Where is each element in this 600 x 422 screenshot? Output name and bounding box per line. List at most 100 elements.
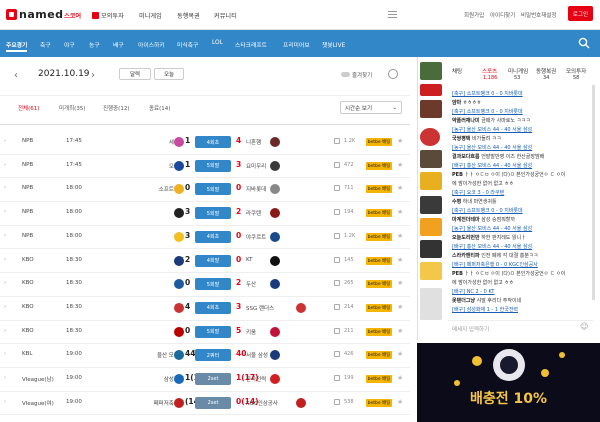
game-row[interactable]: ›Vleague(여)19:00페퍼저축은행(14)12set0(14)KGC인… [0,392,410,416]
chat-nickname[interactable]: 결과보다흐름 [452,154,480,160]
bet-badge[interactable]: betbe 배팅 [366,351,392,360]
chevron-icon[interactable]: › [4,209,6,215]
emoji-icon[interactable]: ☺ [580,322,588,331]
chat-message[interactable]: [배구] NC 2 - 0 KT [452,288,590,295]
chevron-icon[interactable]: › [4,185,6,191]
game-row[interactable]: › NPB 18:00 소프트뱅크 0 5회말 0 지바롯데 711 betbe 배팅 ★ [0,178,410,203]
favorite-star-icon[interactable]: ★ [397,398,403,406]
chevron-icon[interactable]: › [4,280,6,286]
bet-badge[interactable]: betbe 배팅 [366,303,392,312]
bet-badge[interactable]: betbe 배팅 [366,256,392,265]
favorite-star-icon[interactable]: ★ [397,327,403,335]
nav-minigame[interactable]: 미니게임 [139,11,162,20]
filter-finished[interactable]: 종료(14) [149,104,170,112]
chevron-icon[interactable]: › [4,375,6,381]
chat-nickname[interactable]: 얌마 [452,100,461,106]
filter-upcoming[interactable]: 미개최(35) [59,104,85,112]
chart-icon[interactable] [334,138,340,144]
bet-badge[interactable]: betbe 배팅 [366,209,392,218]
game-row[interactable]: › KBL 19:00 울산 모비스 44 2쿼터 40 서울 삼성 426 betbe 배팅 ★ [0,344,410,368]
bet-badge[interactable]: betbe 배팅 [366,232,392,241]
game-row[interactable]: ›Vleague(남)19:00삼성화재1(12)2set1(17)한국전력19… [0,368,410,392]
favorite-star-icon[interactable]: ★ [397,232,403,240]
subnav-lol[interactable]: LOL [212,40,223,46]
site-logo[interactable]: named [6,8,64,21]
login-button[interactable]: 로그인 [568,6,593,21]
youtube-icon[interactable] [420,84,442,96]
chart-icon[interactable] [334,209,340,216]
chart-icon[interactable] [334,398,340,405]
chat-message[interactable]: [농구] 울산 모비스 44 - 40 서울 삼성 [452,144,590,151]
chart-icon[interactable] [334,256,340,263]
chat-tab-minigame[interactable]: 미니게임 [508,67,528,75]
chevron-icon[interactable]: › [4,138,6,144]
favorite-star-icon[interactable]: ★ [397,374,403,382]
chat-tab-mock[interactable]: 모의투자 [566,67,586,75]
chat-tab-lottery[interactable]: 동행복권 [536,67,556,75]
chevron-icon[interactable]: › [4,399,6,405]
chat-message[interactable]: [축구] 소프트뱅크 0 - 0 지바롯데 [452,207,590,214]
game-row[interactable]: ›NPB17:45오릭스15회말3요미우리472betbe 배팅★ [0,155,410,179]
avatar[interactable] [420,100,442,118]
chat-nickname[interactable]: 오늘도리먼만 [452,235,480,241]
nav-score[interactable]: 스코어 [64,11,81,20]
signup-link[interactable]: 회원가입 [464,11,484,19]
favorite-star-icon[interactable]: ★ [397,303,403,311]
refresh-icon[interactable] [388,69,398,79]
favorite-star-icon[interactable]: ★ [397,184,403,192]
reset-password-link[interactable]: 비밀번호재설정 [521,11,556,19]
game-row[interactable]: ›NPB18:00요코35회말2라쿠텐194betbe 배팅★ [0,202,410,226]
find-id-link[interactable]: 아이디찾기 [490,11,515,19]
nav-community[interactable]: 커뮤니티 [214,11,237,20]
nav-mock-invest[interactable]: 모의투자 [101,11,124,20]
game-row[interactable]: ›NPB18:00한신34회초0야쿠르트1.2Kbetbe 배팅★ [0,226,410,250]
next-date-icon[interactable]: › [91,70,95,81]
subnav-icehockey[interactable]: 아이스하키 [138,40,165,49]
favorite-star-icon[interactable]: ★ [397,208,403,216]
sort-select[interactable]: 시간순 보기 ⌄ [340,101,402,114]
game-row[interactable]: ›KBO18:30삼성05회말2두산265betbe 배팅★ [0,273,410,297]
chat-nickname[interactable]: PEB [452,172,463,178]
chevron-icon[interactable]: › [4,351,6,357]
chevron-icon[interactable]: › [4,162,6,168]
chat-nickname[interactable]: 국쌍평택 [452,136,470,142]
avatar[interactable] [420,196,442,214]
bet-badge[interactable]: betbe 배팅 [366,161,392,170]
avatar[interactable] [420,288,442,320]
subnav-basketball[interactable]: 농구 [89,40,100,49]
subnav-soccer[interactable]: 축구 [40,40,51,49]
prev-date-icon[interactable]: ‹ [14,70,18,81]
chart-icon[interactable] [334,303,340,310]
chat-message[interactable]: [축구] 소프트뱅크 0 - 0 지바롯데 [452,108,590,115]
favorites-toggle[interactable] [341,72,350,77]
chart-icon[interactable] [334,375,340,381]
chat-message[interactable]: [배구] 홍산 모비스 44 - 40 서울 삼성 [452,162,590,169]
chevron-icon[interactable]: › [4,304,6,310]
chat-nickname[interactable]: 못텐더그냥 [452,298,475,304]
bet-badge[interactable]: betbe 배팅 [366,375,392,383]
bet-badge[interactable]: betbe 배팅 [366,138,392,146]
menu-icon[interactable] [388,11,397,18]
subnav-baseball[interactable]: 야구 [64,40,75,49]
favorite-star-icon[interactable]: ★ [397,137,403,145]
game-row[interactable]: ›KBO18:30NC24회말0KT145betbe 배팅★ [0,250,410,274]
chat-message[interactable]: [배구] 삼성화재 1 - 1 한국전력 [452,306,590,313]
game-row[interactable]: ›KBO18:30LG05회말5키움211betbe 배팅★ [0,321,410,345]
chart-icon[interactable] [334,280,340,287]
chat-tab-sports[interactable]: 스포츠 [482,67,497,75]
game-row[interactable]: ›KBO18:30KIA44회초3SSG 랜더스214betbe 배팅★ [0,297,410,321]
avatar[interactable] [420,262,442,280]
subnav-starcraft[interactable]: 스타크래프트 [235,40,267,49]
chat-nickname[interactable]: 스라카맨티파 [452,253,480,259]
chat-message[interactable]: [농구] 울산 모비스 44 - 40 서울 삼성 [452,126,590,133]
bet-badge[interactable]: betbe 배팅 [366,398,392,407]
nav-lottery[interactable]: 동행복권 [177,11,200,20]
chat-nickname[interactable]: PEB [452,271,463,277]
ad-banner[interactable] [417,343,600,422]
chevron-icon[interactable]: › [4,328,6,334]
chat-nickname[interactable]: 마계전더테마 [452,217,480,223]
favorite-star-icon[interactable]: ★ [397,256,403,264]
bet-badge[interactable]: betbe 배팅 [366,185,392,194]
avatar[interactable] [420,150,442,168]
chart-icon[interactable] [334,232,340,239]
